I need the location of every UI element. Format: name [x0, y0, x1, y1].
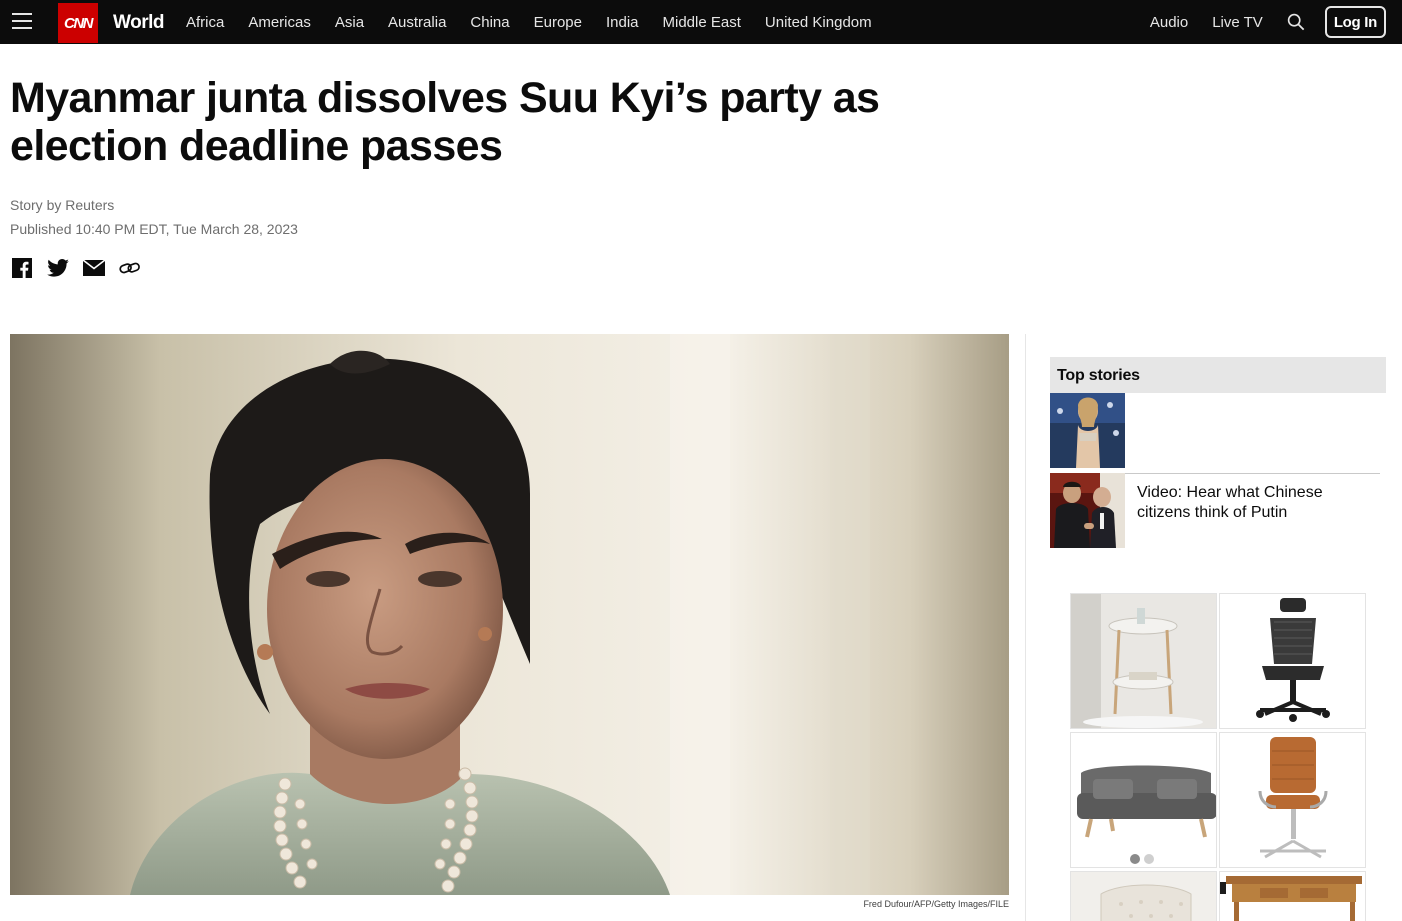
- nav-item-americas[interactable]: Americas: [248, 14, 311, 31]
- ad-product-leather-chair[interactable]: [1219, 732, 1366, 868]
- ad-product-sofa-bed[interactable]: [1070, 732, 1217, 868]
- twitter-icon[interactable]: [47, 258, 69, 278]
- carousel-dots[interactable]: [1130, 854, 1154, 864]
- nav-item-europe[interactable]: Europe: [534, 14, 582, 31]
- hamburger-menu-icon[interactable]: [12, 13, 32, 31]
- login-button[interactable]: Log In: [1324, 6, 1386, 38]
- article-hero-image[interactable]: [10, 334, 1009, 895]
- facebook-icon[interactable]: [11, 258, 33, 278]
- link-icon[interactable]: [119, 258, 141, 278]
- story-title[interactable]: Video: Hear what Chinese citizens think …: [1137, 483, 1377, 523]
- nav-item-africa[interactable]: Africa: [186, 14, 224, 31]
- ad-product-headboard[interactable]: [1070, 871, 1217, 921]
- ad-product-wood-desk[interactable]: [1219, 871, 1366, 921]
- search-icon[interactable]: [1287, 13, 1305, 31]
- article-headline: Myanmar junta dissolves Suu Kyi’s party …: [10, 74, 880, 170]
- nav-item-united-kingdom[interactable]: United Kingdom: [765, 14, 872, 31]
- top-navigation-bar: CNN World Africa Americas Asia Australia…: [0, 0, 1402, 44]
- image-credit: Fred Dufour/AFP/Getty Images/FILE: [863, 899, 1009, 909]
- nav-item-middle-east[interactable]: Middle East: [663, 14, 741, 31]
- email-icon[interactable]: [83, 258, 105, 278]
- share-bar: [11, 258, 141, 278]
- audio-link[interactable]: Audio: [1150, 14, 1188, 31]
- nav-item-china[interactable]: China: [470, 14, 509, 31]
- top-stories-heading: Top stories: [1050, 357, 1386, 393]
- story-thumbnail[interactable]: [1050, 393, 1125, 468]
- ad-product-side-table[interactable]: [1070, 593, 1217, 729]
- advertisement[interactable]: ⓘ ✕: [1070, 592, 1366, 921]
- column-divider: [1025, 334, 1026, 921]
- nav-item-australia[interactable]: Australia: [388, 14, 446, 31]
- nav-item-india[interactable]: India: [606, 14, 639, 31]
- top-story-item[interactable]: [1050, 393, 1380, 468]
- story-thumbnail[interactable]: [1050, 473, 1125, 548]
- article-byline: Story by Reuters: [10, 197, 115, 213]
- cnn-logo[interactable]: CNN: [58, 3, 98, 43]
- region-nav: Africa Americas Asia Australia China Eur…: [186, 14, 896, 31]
- live-tv-link[interactable]: Live TV: [1212, 14, 1263, 31]
- ad-product-office-chair[interactable]: [1219, 593, 1366, 729]
- section-title[interactable]: World: [113, 12, 164, 34]
- top-story-item[interactable]: Video: Hear what Chinese citizens think …: [1050, 473, 1380, 548]
- article-timestamp: Published 10:40 PM EDT, Tue March 28, 20…: [10, 221, 298, 237]
- nav-item-asia[interactable]: Asia: [335, 14, 364, 31]
- header-actions: Audio Live TV Log In: [1150, 0, 1386, 44]
